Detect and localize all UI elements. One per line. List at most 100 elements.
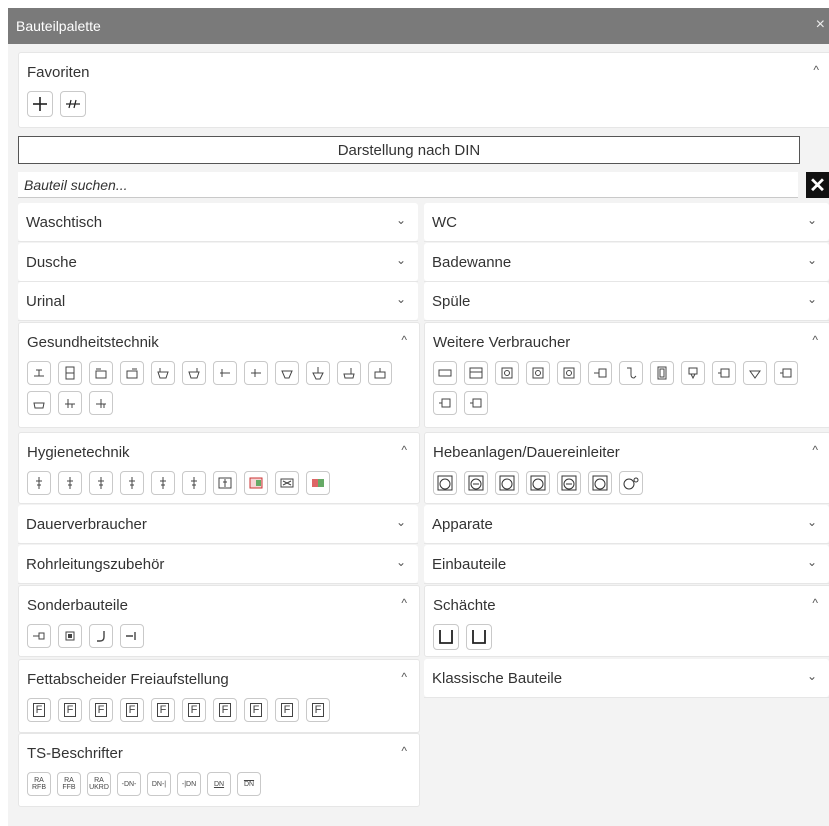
- special-part-icon[interactable]: [120, 624, 144, 648]
- chevron-down-icon[interactable]: ⌄: [396, 292, 406, 306]
- chevron-up-icon[interactable]: ^: [812, 596, 818, 610]
- hygiene-icon[interactable]: [89, 471, 113, 495]
- consumer-icon[interactable]: [433, 361, 457, 385]
- consumer-icon[interactable]: [464, 391, 488, 415]
- ts-label-dn[interactable]: -DN-: [117, 772, 141, 796]
- chevron-down-icon[interactable]: ⌄: [807, 515, 817, 529]
- hygiene-icon[interactable]: [58, 471, 82, 495]
- hygiene-icon[interactable]: [27, 471, 51, 495]
- grease-separator-icon[interactable]: F: [27, 698, 51, 722]
- einbau-header[interactable]: Einbauteile ⌄: [424, 545, 829, 584]
- chevron-down-icon[interactable]: ⌄: [807, 253, 817, 267]
- ts-label-ra-ukrd[interactable]: RA UKRD: [87, 772, 111, 796]
- schaechte-header[interactable]: Schächte ^: [425, 586, 829, 624]
- fixture-icon[interactable]: [306, 361, 330, 385]
- special-part-icon[interactable]: [27, 624, 51, 648]
- special-part-icon[interactable]: [58, 624, 82, 648]
- consumer-icon[interactable]: [433, 391, 457, 415]
- badewanne-header[interactable]: Badewanne ⌄: [424, 243, 829, 282]
- chevron-down-icon[interactable]: ⌄: [807, 213, 817, 227]
- consumer-icon[interactable]: [464, 361, 488, 385]
- lifting-plant-icon[interactable]: [619, 471, 643, 495]
- chevron-up-icon[interactable]: ^: [812, 333, 818, 347]
- grease-separator-icon[interactable]: F: [182, 698, 206, 722]
- hygiene-icon[interactable]: [120, 471, 144, 495]
- consumer-icon[interactable]: [681, 361, 705, 385]
- fixture-icon[interactable]: [58, 361, 82, 385]
- chevron-up-icon[interactable]: ^: [401, 596, 407, 610]
- apparate-header[interactable]: Apparate ⌄: [424, 505, 829, 544]
- grease-separator-icon[interactable]: F: [58, 698, 82, 722]
- chevron-up-icon[interactable]: ^: [812, 443, 818, 457]
- chevron-down-icon[interactable]: ⌄: [396, 555, 406, 569]
- grease-separator-icon[interactable]: F: [89, 698, 113, 722]
- chevron-down-icon[interactable]: ⌄: [807, 669, 817, 683]
- hygiene-icon[interactable]: [182, 471, 206, 495]
- lifting-plant-icon[interactable]: [464, 471, 488, 495]
- sonder-header[interactable]: Sonderbauteile ^: [19, 586, 419, 624]
- wc-header[interactable]: WC ⌄: [424, 203, 829, 242]
- gesundheit-header[interactable]: Gesundheitstechnik ^: [19, 323, 419, 361]
- grease-separator-icon[interactable]: F: [306, 698, 330, 722]
- lifting-plant-icon[interactable]: [526, 471, 550, 495]
- fixture-icon[interactable]: [337, 361, 361, 385]
- hygiene-icon[interactable]: [151, 471, 175, 495]
- grease-separator-icon[interactable]: F: [120, 698, 144, 722]
- chevron-up-icon[interactable]: ^: [401, 443, 407, 457]
- fixture-icon[interactable]: [244, 361, 268, 385]
- chevron-up-icon[interactable]: ^: [401, 333, 407, 347]
- hebe-header[interactable]: Hebeanlagen/Dauereinleiter ^: [425, 433, 829, 471]
- ts-label-ra-rfb[interactable]: RA RFB: [27, 772, 51, 796]
- fixture-icon[interactable]: [58, 391, 82, 415]
- chevron-up-icon[interactable]: ^: [813, 63, 819, 77]
- hygiene-icon[interactable]: [244, 471, 268, 495]
- consumer-icon[interactable]: [743, 361, 767, 385]
- grease-separator-icon[interactable]: F: [213, 698, 237, 722]
- hygiene-icon[interactable]: [213, 471, 237, 495]
- fixture-icon[interactable]: [275, 361, 299, 385]
- fixture-icon[interactable]: [27, 391, 51, 415]
- waschtisch-header[interactable]: Waschtisch ⌄: [18, 203, 418, 242]
- ts-label-dn[interactable]: DN: [237, 772, 261, 796]
- grease-separator-icon[interactable]: F: [244, 698, 268, 722]
- chevron-down-icon[interactable]: ⌄: [807, 292, 817, 306]
- chevron-down-icon[interactable]: ⌄: [396, 515, 406, 529]
- consumer-icon[interactable]: [650, 361, 674, 385]
- consumer-icon[interactable]: [619, 361, 643, 385]
- fixture-icon[interactable]: [182, 361, 206, 385]
- consumer-icon[interactable]: [588, 361, 612, 385]
- spuele-header[interactable]: Spüle ⌄: [424, 282, 829, 321]
- lifting-plant-icon[interactable]: [588, 471, 612, 495]
- dauer-header[interactable]: Dauerverbraucher ⌄: [18, 505, 418, 544]
- chevron-up-icon[interactable]: ^: [401, 670, 407, 684]
- shaft-icon[interactable]: [466, 624, 492, 650]
- lifting-plant-icon[interactable]: [433, 471, 457, 495]
- ts-label-dn[interactable]: DN-|: [147, 772, 171, 796]
- chevron-down-icon[interactable]: ⌄: [807, 555, 817, 569]
- hygiene-icon[interactable]: [275, 471, 299, 495]
- klassisch-header[interactable]: Klassische Bauteile ⌄: [424, 659, 829, 698]
- favorites-header[interactable]: Favoriten ^: [19, 53, 829, 91]
- consumer-icon[interactable]: [774, 361, 798, 385]
- fixture-icon[interactable]: [151, 361, 175, 385]
- search-input[interactable]: [18, 172, 798, 198]
- clear-search-icon[interactable]: ✕: [806, 172, 829, 198]
- urinal-header[interactable]: Urinal ⌄: [18, 282, 418, 321]
- consumer-icon[interactable]: [557, 361, 581, 385]
- hygiene-icon[interactable]: [306, 471, 330, 495]
- shaft-icon[interactable]: [433, 624, 459, 650]
- grease-separator-icon[interactable]: F: [151, 698, 175, 722]
- cross-fitting-icon[interactable]: [27, 91, 53, 117]
- weitere-header[interactable]: Weitere Verbraucher ^: [425, 323, 829, 361]
- chevron-down-icon[interactable]: ⌄: [396, 253, 406, 267]
- chevron-down-icon[interactable]: ⌄: [396, 213, 406, 227]
- consumer-icon[interactable]: [495, 361, 519, 385]
- fixture-icon[interactable]: [27, 361, 51, 385]
- chevron-up-icon[interactable]: ^: [401, 744, 407, 758]
- fixture-icon[interactable]: [89, 361, 113, 385]
- special-part-icon[interactable]: [89, 624, 113, 648]
- hygiene-header[interactable]: Hygienetechnik ^: [19, 433, 419, 471]
- fixture-icon[interactable]: [120, 361, 144, 385]
- ts-header[interactable]: TS-Beschrifter ^: [19, 734, 419, 772]
- grease-separator-icon[interactable]: F: [275, 698, 299, 722]
